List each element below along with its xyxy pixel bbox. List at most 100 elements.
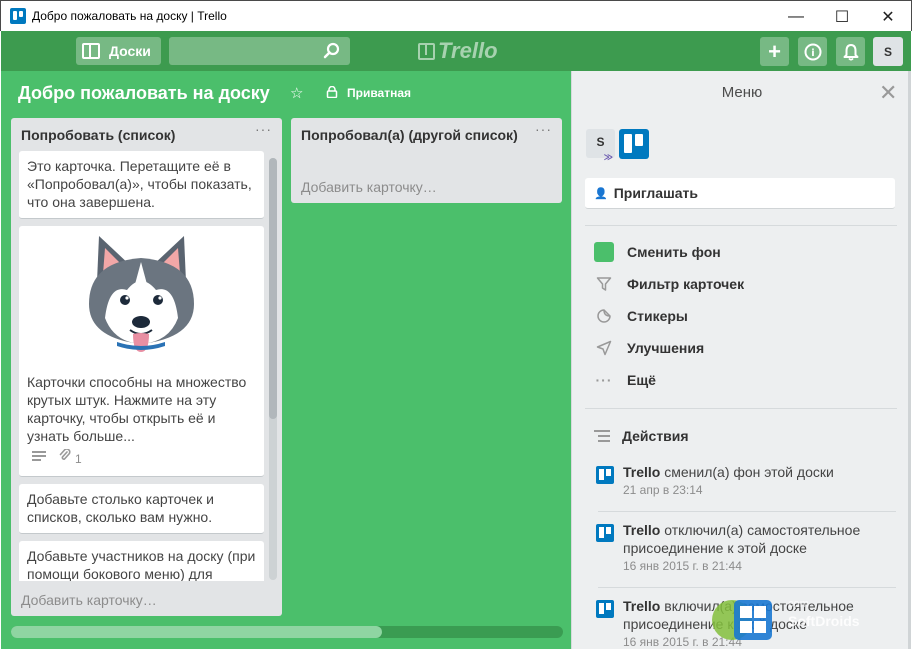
menu-divider bbox=[585, 225, 897, 226]
close-menu-icon[interactable]: ✕ bbox=[879, 80, 897, 106]
activity-divider bbox=[598, 587, 896, 588]
menu-item-label: Ещё bbox=[627, 372, 656, 388]
search-input[interactable] bbox=[169, 37, 319, 65]
boards-button[interactable]: Доски bbox=[76, 37, 161, 65]
minimize-button[interactable]: — bbox=[773, 1, 819, 32]
activity-list-icon bbox=[594, 430, 610, 442]
activity-text: Trello отключил(а) самостоятельное присо… bbox=[623, 522, 861, 556]
watermark: com SoftDroids bbox=[704, 594, 904, 644]
boards-label: Доски bbox=[109, 43, 151, 59]
filter-icon bbox=[594, 274, 614, 294]
add-card-link[interactable]: Добавить карточку… bbox=[21, 592, 157, 608]
member-avatar[interactable]: S ≫ bbox=[586, 129, 615, 162]
card-text: Добавьте участников на доску (при помощи… bbox=[27, 548, 256, 581]
activity-date[interactable]: 21 апр в 23:14 bbox=[623, 483, 703, 497]
menu-item-label: Улучшения bbox=[627, 340, 705, 356]
notifications-button[interactable] bbox=[836, 37, 865, 66]
board-title[interactable]: Добро пожаловать на доску bbox=[18, 83, 270, 104]
activity-divider bbox=[598, 511, 896, 512]
menu-divider bbox=[585, 408, 897, 409]
info-icon: i bbox=[804, 43, 821, 60]
menu-item-change-background[interactable]: Сменить фон bbox=[594, 242, 721, 262]
boards-icon bbox=[82, 43, 100, 59]
logo-text: Trello bbox=[438, 38, 498, 63]
watermark-logo bbox=[712, 600, 772, 640]
side-menu: Меню ✕ S ≫ 👤 Приглашать Сменить фон Филь… bbox=[571, 71, 911, 649]
window-title: Добро пожаловать на доску | Trello bbox=[32, 9, 227, 23]
trello-activity-icon bbox=[596, 524, 614, 542]
list-menu-button[interactable]: ··· bbox=[535, 121, 552, 137]
list-title[interactable]: Попробовать (список) bbox=[21, 126, 175, 144]
card-text: Добавьте столько карточек и списков, ско… bbox=[27, 491, 214, 525]
watermark-text: SoftDroids bbox=[788, 613, 860, 629]
window-controls: — ☐ ✕ bbox=[773, 1, 911, 32]
activity-item[interactable]: Trello сменил(а) фон этой доски 21 апр в… bbox=[596, 463, 886, 503]
invite-button[interactable]: 👤 Приглашать bbox=[585, 178, 895, 209]
member-initial: S bbox=[596, 135, 605, 149]
lock-icon bbox=[326, 86, 338, 98]
card[interactable]: Добавьте столько карточек и списков, ско… bbox=[19, 484, 264, 534]
attachment-icon bbox=[59, 449, 71, 460]
card[interactable]: Карточки способны на множество крутых шт… bbox=[19, 226, 264, 477]
menu-item-stickers[interactable]: Стикеры bbox=[594, 306, 688, 326]
menu-item-filter-cards[interactable]: Фильтр карточек bbox=[594, 274, 744, 294]
menu-item-power-ups[interactable]: Улучшения bbox=[594, 338, 704, 358]
user-avatar[interactable]: S bbox=[873, 37, 903, 66]
menu-item-label: Сменить фон bbox=[627, 244, 721, 260]
trello-activity-icon bbox=[596, 466, 614, 484]
list-tried: Попробовал(а) (другой список) ··· Добави… bbox=[291, 118, 562, 203]
list-title[interactable]: Попробовал(а) (другой список) bbox=[301, 126, 521, 144]
husky-image bbox=[89, 236, 194, 352]
description-icon bbox=[32, 451, 46, 461]
star-icon[interactable]: ☆ bbox=[290, 84, 303, 102]
svg-text:i: i bbox=[811, 48, 814, 59]
card[interactable]: Это карточка. Перетащите её в «Попробова… bbox=[19, 151, 264, 219]
invite-label: Приглашать bbox=[613, 185, 699, 201]
card-text: Карточки способны на множество крутых шт… bbox=[27, 374, 247, 444]
list-menu-button[interactable]: ··· bbox=[255, 121, 272, 137]
activity-date[interactable]: 16 янв 2015 г. в 21:44 bbox=[623, 559, 742, 573]
trello-member-avatar[interactable] bbox=[619, 129, 649, 159]
info-button[interactable]: i bbox=[798, 37, 827, 66]
app-header: Доски Trello + i S bbox=[1, 31, 911, 71]
visibility-label[interactable]: Приватная bbox=[347, 86, 411, 100]
admin-chevron-icon: ≫ bbox=[603, 152, 613, 162]
search-icon[interactable] bbox=[322, 41, 342, 61]
bell-icon bbox=[843, 43, 858, 61]
board-canvas: Добро пожаловать на доску ☆ Приватная По… bbox=[1, 71, 571, 649]
card-text: Это карточка. Перетащите её в «Попробова… bbox=[27, 158, 252, 210]
activity-item[interactable]: Trello отключил(а) самостоятельное присо… bbox=[596, 521, 886, 581]
activity-header: Действия bbox=[594, 428, 689, 444]
watermark-subtext: com bbox=[788, 598, 809, 610]
list-scrollbar-thumb[interactable] bbox=[269, 158, 277, 419]
menu-item-more[interactable]: ··· Ещё bbox=[594, 370, 656, 390]
search-box[interactable] bbox=[169, 37, 350, 65]
board-scrollbar[interactable] bbox=[11, 626, 563, 638]
activity-title: Действия bbox=[622, 428, 689, 444]
menu-scrollbar[interactable] bbox=[908, 71, 911, 649]
activity-text: Trello сменил(а) фон этой доски bbox=[623, 464, 834, 480]
window-titlebar: Добро пожаловать на доску | Trello — ☐ ✕ bbox=[0, 0, 912, 31]
board-scrollbar-thumb[interactable] bbox=[11, 626, 382, 638]
close-window-button[interactable]: ✕ bbox=[865, 1, 911, 32]
trello-logo[interactable]: Trello bbox=[418, 38, 498, 64]
list-scrollbar[interactable] bbox=[269, 158, 277, 580]
trello-activity-icon bbox=[596, 600, 614, 618]
card-container: Это карточка. Перетащите её в «Попробова… bbox=[19, 151, 269, 581]
add-button[interactable]: + bbox=[760, 37, 789, 66]
menu-item-label: Фильтр карточек bbox=[627, 276, 745, 292]
menu-title: Меню bbox=[721, 84, 763, 101]
list-try: Попробовать (список) ··· Это карточка. П… bbox=[11, 118, 282, 616]
rocket-icon bbox=[594, 338, 614, 358]
maximize-button[interactable]: ☐ bbox=[819, 1, 865, 32]
more-icon: ··· bbox=[595, 372, 613, 388]
add-card-link[interactable]: Добавить карточку… bbox=[301, 179, 437, 195]
trello-app-icon bbox=[10, 8, 26, 24]
trello-logo-icon bbox=[418, 42, 435, 60]
card[interactable]: Добавьте участников на доску (при помощи… bbox=[19, 541, 264, 581]
sticker-icon bbox=[594, 306, 614, 326]
attachment-count: 1 bbox=[75, 452, 82, 466]
color-swatch bbox=[594, 242, 614, 262]
menu-item-label: Стикеры bbox=[627, 308, 688, 324]
add-person-icon: 👤 bbox=[594, 187, 608, 200]
